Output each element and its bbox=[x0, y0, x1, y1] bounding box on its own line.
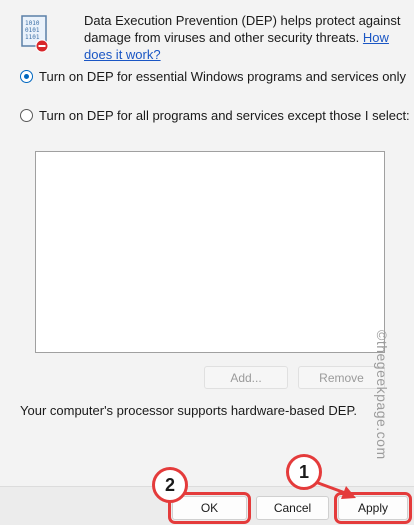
radio-all-except-label: Turn on DEP for all programs and service… bbox=[39, 108, 410, 123]
dep-description: Data Execution Prevention (DEP) helps pr… bbox=[84, 12, 404, 63]
dep-header: 1010 0101 1101 Data Execution Prevention… bbox=[18, 12, 408, 62]
radio-essential-indicator[interactable] bbox=[20, 70, 33, 83]
step-badge-1: 1 bbox=[286, 454, 322, 490]
remove-button[interactable]: Remove bbox=[298, 366, 385, 389]
radio-all-except[interactable]: Turn on DEP for all programs and service… bbox=[20, 108, 410, 123]
radio-all-except-indicator[interactable] bbox=[20, 109, 33, 122]
ok-button[interactable]: OK bbox=[168, 492, 251, 524]
svg-text:1010: 1010 bbox=[25, 20, 40, 27]
exception-listbox[interactable] bbox=[35, 151, 385, 353]
svg-text:1101: 1101 bbox=[25, 34, 40, 41]
step-badge-2: 2 bbox=[152, 467, 188, 503]
watermark: ©thegeekpage.com bbox=[374, 330, 390, 460]
dep-settings-page: 1010 0101 1101 Data Execution Prevention… bbox=[0, 0, 414, 525]
dep-description-text: Data Execution Prevention (DEP) helps pr… bbox=[84, 13, 401, 45]
radio-essential-only[interactable]: Turn on DEP for essential Windows progra… bbox=[20, 69, 406, 84]
cancel-button[interactable]: Cancel bbox=[256, 496, 329, 520]
dep-shield-icon: 1010 0101 1101 bbox=[21, 15, 49, 53]
radio-essential-label: Turn on DEP for essential Windows progra… bbox=[39, 69, 407, 84]
apply-button[interactable]: Apply bbox=[334, 492, 412, 524]
add-button[interactable]: Add... bbox=[204, 366, 288, 389]
svg-text:0101: 0101 bbox=[25, 27, 40, 34]
processor-support-status: Your computer's processor supports hardw… bbox=[20, 403, 358, 418]
